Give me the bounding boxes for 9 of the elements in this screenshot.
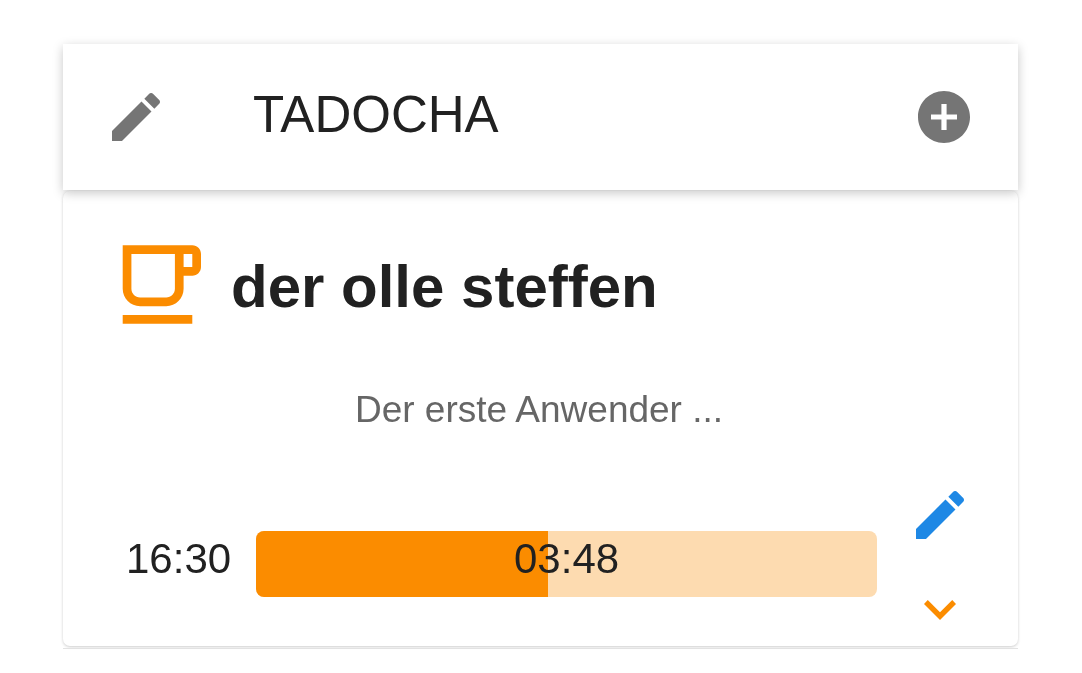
edit-button[interactable] bbox=[112, 93, 160, 141]
start-time: 16:30 bbox=[126, 535, 232, 583]
pencil-icon bbox=[916, 491, 964, 539]
task-title: der olle steffen bbox=[231, 251, 658, 322]
add-button[interactable] bbox=[918, 91, 970, 143]
pencil-icon bbox=[112, 93, 160, 141]
task-description: Der erste Anwender ... bbox=[354, 388, 724, 431]
app-title: TADOCHA bbox=[253, 86, 500, 144]
edit-button[interactable] bbox=[916, 491, 964, 539]
